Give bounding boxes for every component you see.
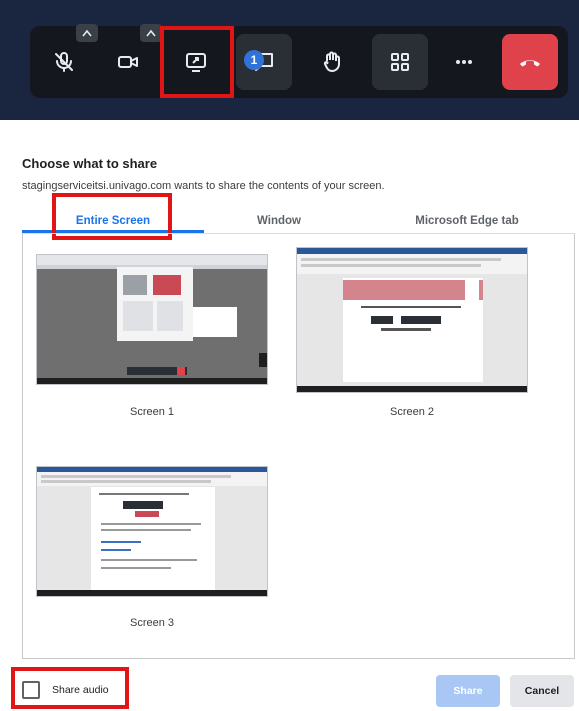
share-audio-checkbox[interactable] (22, 681, 40, 699)
screen-1-label: Screen 1 (129, 406, 175, 418)
tab-edge-tab[interactable]: Microsoft Edge tab (372, 208, 562, 234)
share-button[interactable]: Share (436, 675, 500, 707)
call-toolbar (30, 24, 568, 98)
tile-view-button[interactable] (372, 34, 428, 90)
mic-off-icon (55, 52, 73, 72)
screen-2-label: Screen 2 (389, 406, 435, 418)
camera-icon (118, 56, 138, 68)
screen-2-preview (297, 248, 527, 392)
more-icon (456, 60, 472, 64)
screen-3-preview (37, 467, 267, 596)
more-button[interactable] (436, 34, 492, 90)
screenshot: 1 Choose what to share stagingserviceits… (0, 0, 579, 711)
dialog-title: Choose what to share (22, 156, 158, 171)
mic-options-caret[interactable] (76, 24, 98, 42)
tab-window[interactable]: Window (204, 208, 354, 234)
chat-unread-badge: 1 (244, 50, 264, 70)
chevron-up-icon (82, 29, 92, 37)
cancel-button[interactable]: Cancel (510, 675, 574, 707)
screen-3-thumbnail[interactable] (36, 466, 268, 597)
screen-3-label: Screen 3 (129, 617, 175, 629)
raise-hand-button[interactable] (304, 34, 360, 90)
mute-mic-button[interactable] (36, 24, 98, 90)
grid-icon (391, 53, 409, 71)
share-button-highlight (160, 26, 234, 98)
hang-up-button[interactable] (502, 34, 558, 90)
hand-icon (323, 51, 340, 72)
camera-button[interactable] (100, 24, 162, 90)
screen-2-thumbnail[interactable] (296, 247, 528, 393)
dialog-description: stagingserviceitsi.univago.com wants to … (22, 180, 385, 192)
camera-options-caret[interactable] (140, 24, 162, 42)
screen-1-thumbnail[interactable] (36, 254, 268, 385)
phone-hangup-icon (520, 60, 540, 67)
chevron-up-icon (146, 29, 156, 37)
share-audio-label: Share audio (52, 684, 109, 696)
screen-1-preview (37, 255, 267, 384)
